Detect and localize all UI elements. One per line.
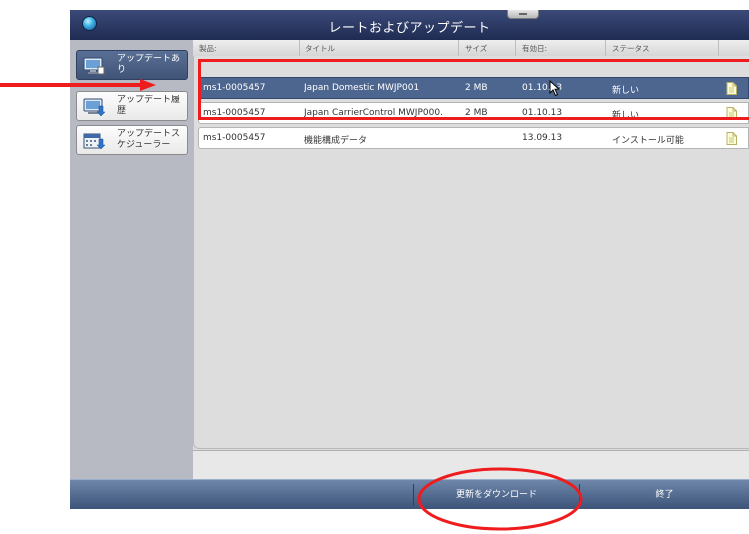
sidebar-item-update-history[interactable]: アップデート履歴 [76, 91, 188, 121]
monitor-download-icon [83, 98, 105, 116]
document-icon[interactable] [726, 132, 737, 145]
table-row[interactable]: ms1-0005457 機能構成データ 13.09.13 インストール可能 [198, 127, 749, 149]
table-header: 製品: タイトル サイズ 有効日: ステータス [193, 40, 749, 57]
column-header-date[interactable]: 有効日: [522, 43, 547, 54]
calendar-download-icon [83, 133, 105, 150]
column-divider [718, 40, 719, 56]
bottom-action-bar: 更新をダウンロード 終了 [70, 479, 749, 509]
sidebar-item-update-scheduler[interactable]: アップデートスケジューラー [76, 125, 188, 155]
exit-button[interactable]: 終了 [580, 480, 749, 509]
column-divider [515, 40, 516, 56]
column-header-status[interactable]: ステータス [612, 43, 650, 54]
column-divider [605, 40, 606, 56]
window-title: レートおよびアップデート [328, 21, 491, 36]
sidebar-item-label: アップデートスケジューラー [117, 129, 181, 150]
title-bar: レートおよびアップデート [70, 10, 749, 40]
annotation-highlight-box [198, 59, 749, 120]
annotation-arrow-icon [0, 79, 156, 91]
column-header-size[interactable]: サイズ [465, 43, 487, 54]
sidebar-item-available-updates[interactable]: アップデートあり [76, 50, 188, 80]
monitor-icon [83, 57, 105, 75]
sidebar-item-label: アップデート履歴 [117, 95, 181, 116]
title-cell: 機能構成データ [304, 136, 368, 146]
minimize-button[interactable] [507, 10, 539, 19]
status-cell: インストール可能 [612, 136, 684, 146]
sidebar: アップデートあり アップデート履歴 アップデートスケジューラー [70, 40, 193, 479]
column-divider [458, 40, 459, 56]
column-header-product[interactable]: 製品: [199, 43, 217, 54]
column-divider [299, 40, 300, 56]
product-cell: ms1-0005457 [203, 133, 266, 143]
annotation-ellipse-icon [417, 467, 583, 531]
date-cell: 13.09.13 [522, 133, 563, 143]
column-header-title[interactable]: タイトル [305, 43, 335, 54]
sidebar-item-label: アップデートあり [117, 54, 181, 75]
